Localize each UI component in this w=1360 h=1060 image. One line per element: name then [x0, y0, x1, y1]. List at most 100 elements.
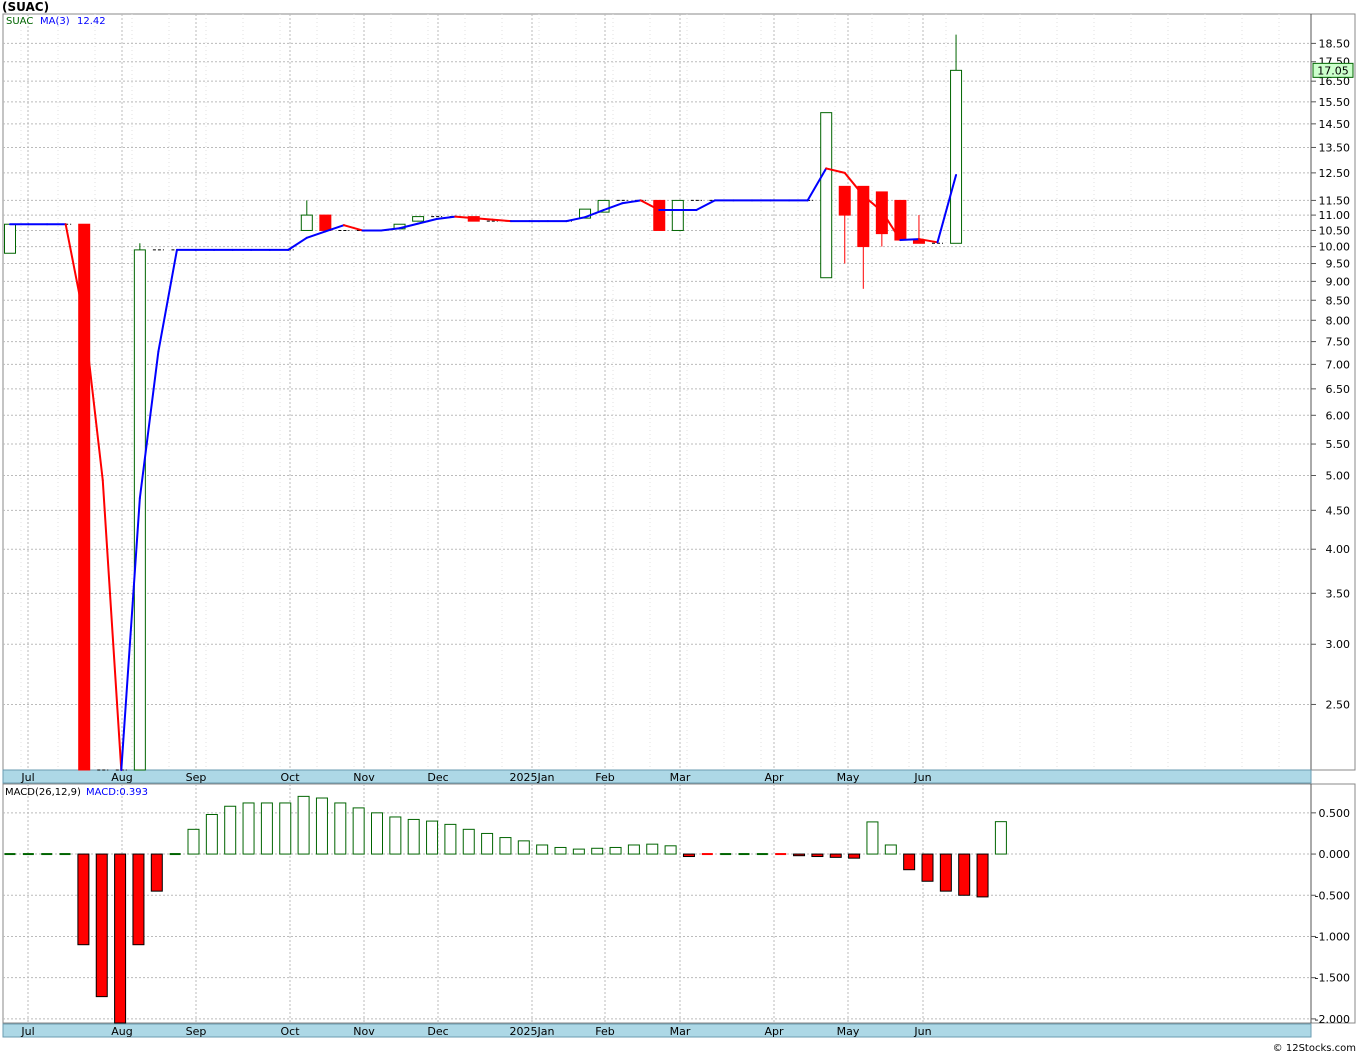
macd-bar [462, 828, 475, 855]
price-month-label: Sep [186, 771, 207, 784]
macd-month-label: Feb [595, 1025, 614, 1038]
macd-bar [903, 853, 916, 871]
price-tick-label: 13.50 [1319, 141, 1351, 154]
price-tick-label: 18.50 [1319, 37, 1351, 50]
macd-bar [481, 832, 494, 855]
macd-bar [297, 795, 310, 855]
price-tick-label: 15.50 [1319, 96, 1351, 109]
macd-bar [371, 812, 383, 855]
price-tick-label: 3.00 [1326, 638, 1351, 651]
candle-down [838, 185, 851, 216]
price-month-label: Apr [764, 771, 784, 784]
macd-bar [279, 802, 292, 855]
price-month-label: Feb [595, 771, 614, 784]
price-month-label: Oct [280, 771, 300, 784]
macd-bar [499, 837, 512, 855]
macd-bar [591, 847, 604, 855]
macd-month-label: Nov [353, 1025, 375, 1038]
macd-bar [921, 853, 934, 882]
macd-month-label: Aug [111, 1025, 132, 1038]
price-month-label: 2025Jan [510, 771, 555, 784]
candle-down [78, 223, 91, 771]
macd-bar [444, 823, 457, 855]
candle-up [820, 112, 833, 279]
macd-bar [554, 846, 567, 855]
macd-bar [132, 853, 145, 946]
macd-bar [150, 853, 163, 892]
macd-bar [609, 846, 622, 855]
candle-down [653, 199, 666, 231]
price-tick-label: 8.00 [1326, 314, 1351, 327]
macd-bar [426, 820, 439, 855]
macd-bar [866, 821, 879, 855]
macd-frame [2, 783, 1356, 1024]
price-month-label: May [837, 771, 860, 784]
watermark: © 12Stocks.com [1273, 1043, 1356, 1054]
macd-bar [572, 848, 585, 855]
macd-month-label: Oct [280, 1025, 300, 1038]
macd-bar [352, 807, 365, 855]
macd-bar [334, 802, 347, 855]
price-tick-label: 4.50 [1326, 504, 1351, 517]
macd-bar [517, 840, 530, 855]
macd-bar [260, 802, 273, 855]
price-month-label: Jul [20, 771, 34, 784]
candle-up [4, 223, 16, 254]
macd-bar [205, 813, 218, 855]
candle-up [300, 214, 313, 231]
macd-bar [793, 853, 806, 857]
macd-bar [646, 843, 659, 855]
macd-bar [95, 853, 108, 998]
macd-bar [848, 853, 861, 859]
macd-bar [994, 821, 1007, 855]
macd-bar [664, 845, 677, 855]
price-tick-label: 2.50 [1326, 698, 1351, 711]
macd-bar [224, 805, 237, 855]
price-month-label: Aug [111, 771, 132, 784]
macd-bar [627, 844, 640, 855]
macd-tick-label: 0.000 [1319, 848, 1351, 861]
price-tick-label: 9.00 [1326, 275, 1351, 288]
price-panel: 18.5017.5016.5015.5014.5013.5012.5011.50… [2, 13, 1356, 784]
macd-bar [407, 818, 420, 855]
macd-tick-label: -0.500 [1315, 889, 1350, 902]
ma3-segment [899, 238, 920, 242]
price-tick-label: 8.50 [1326, 294, 1351, 307]
chart-svg: (SUAC) 18.5017.5016.5015.5014.5013.5012.… [0, 0, 1360, 1056]
macd-bar [315, 797, 328, 855]
macd-month-label: Jun [913, 1025, 931, 1038]
macd-bar [242, 802, 255, 855]
price-tick-label: 11.50 [1319, 194, 1351, 207]
price-tick-label: 10.50 [1319, 224, 1351, 237]
macd-bar [976, 853, 989, 898]
candle-up [950, 69, 963, 244]
price-tick-label: 9.50 [1326, 258, 1351, 271]
macd-month-label: Dec [427, 1025, 448, 1038]
macd-month-label: Apr [764, 1025, 784, 1038]
macd-month-label: Sep [186, 1025, 207, 1038]
price-tick-label: 14.50 [1319, 118, 1351, 131]
macd-month-label: Jul [20, 1025, 34, 1038]
macd-bar [958, 853, 971, 896]
candle-up [671, 199, 684, 231]
macd-bar [114, 853, 127, 1024]
macd-bar [884, 844, 897, 855]
stock-chart: (SUAC) 18.50 17.50 16.50 15.50 14.50 13.50 12.… [0, 0, 1360, 1056]
chart-title: (SUAC) [2, 0, 49, 14]
price-tick-label: 12.50 [1319, 167, 1351, 180]
macd-bar [829, 853, 842, 858]
macd-bar [811, 853, 824, 858]
macd-month-label: May [837, 1025, 860, 1038]
price-tick-label: 3.50 [1326, 587, 1351, 600]
macd-value-label: MACD:0.393 [86, 787, 148, 798]
price-tick-label: 6.00 [1326, 409, 1351, 422]
last-price-label: 17.05 [1317, 64, 1349, 77]
candle-up [412, 216, 425, 222]
price-tick-label: 7.50 [1326, 336, 1351, 349]
price-tick-label: 10.00 [1319, 241, 1351, 254]
legend-ma-value: 12.42 [77, 16, 106, 27]
price-tick-label: 4.00 [1326, 543, 1351, 556]
macd-params-label: MACD(26,12,9) [5, 787, 81, 798]
macd-tick-label: 0.500 [1319, 807, 1351, 820]
price-tick-label: 6.50 [1326, 383, 1351, 396]
